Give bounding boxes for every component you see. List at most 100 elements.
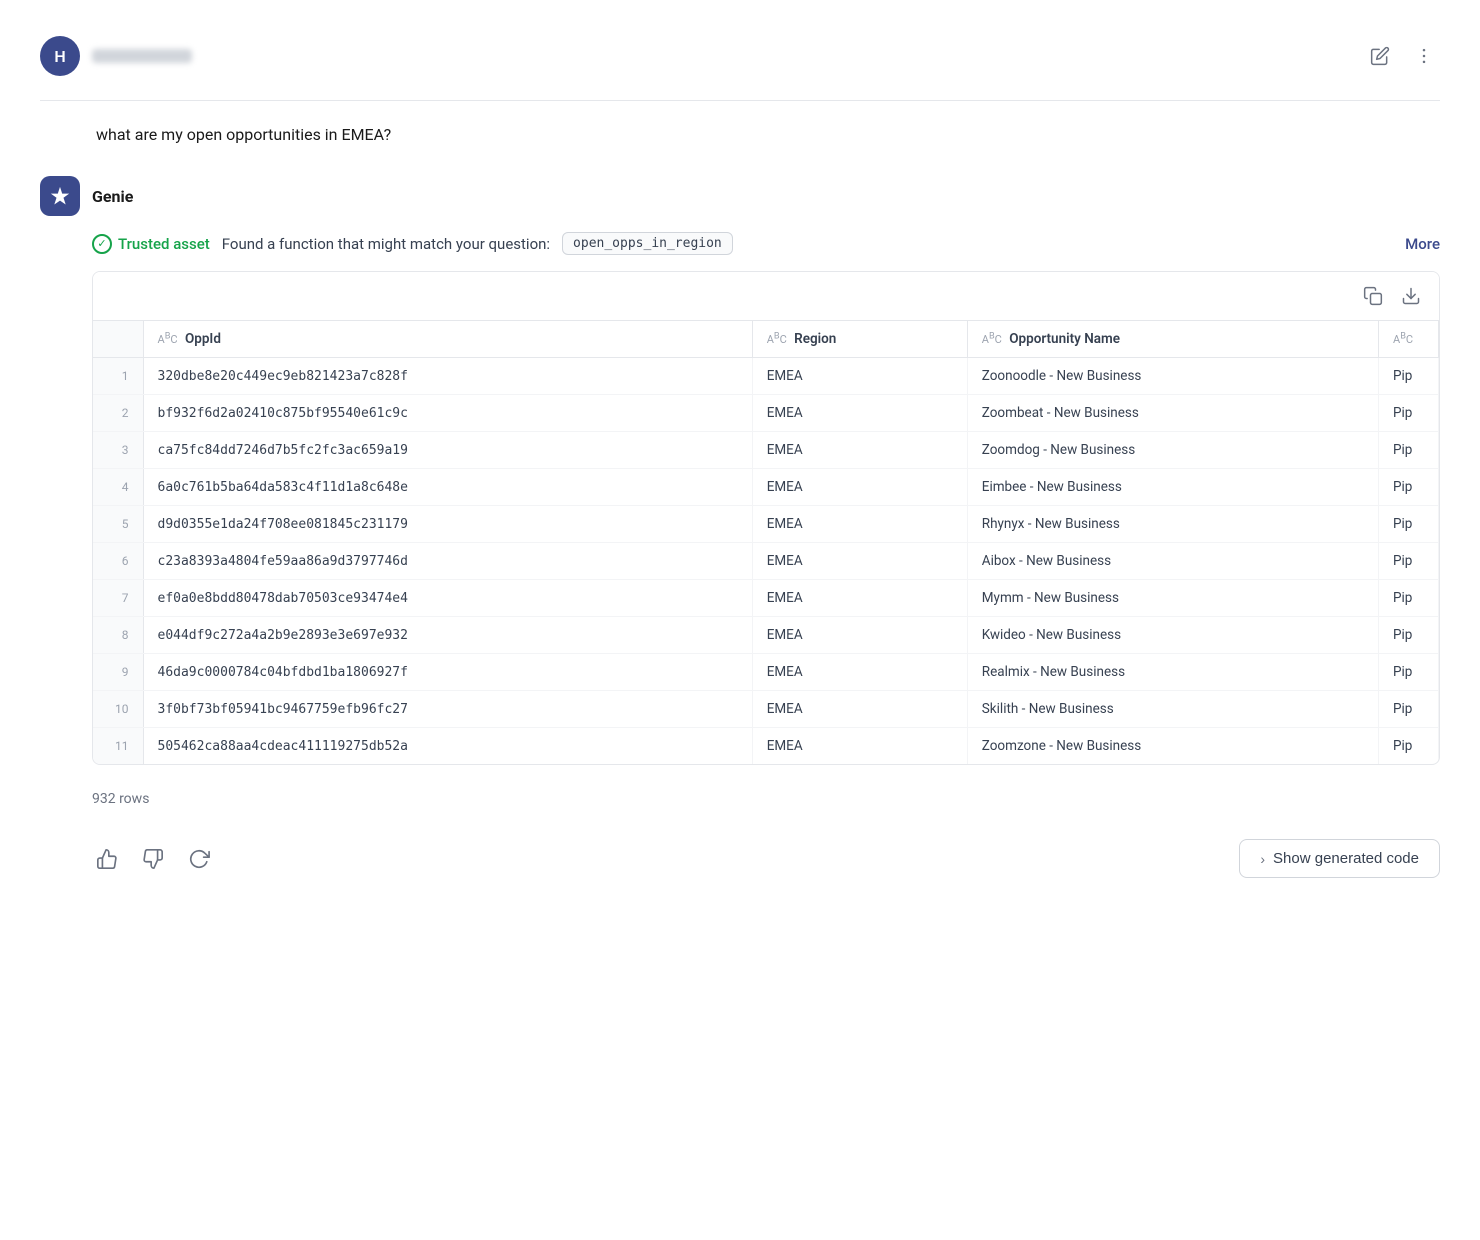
cell-rownum: 7 [93,580,143,617]
check-circle-icon: ✓ [92,234,112,254]
username-blur [92,49,192,63]
cell-rownum: 9 [93,654,143,691]
more-options-icon [1414,46,1434,66]
cell-region: EMEA [752,580,967,617]
cell-opportunity-name: Zoomdog - New Business [967,432,1378,469]
cell-region: EMEA [752,506,967,543]
cell-oppid: d9d0355e1da24f708ee081845c231179 [143,506,752,543]
col-header-opportunity-name: ABC Opportunity Name [967,321,1378,358]
cell-oppid: ca75fc84dd7246d7b5fc2fc3ac659a19 [143,432,752,469]
cell-oppid: bf932f6d2a02410c875bf95540e61c9c [143,395,752,432]
refresh-button[interactable] [184,844,214,874]
cell-extra: Pip [1379,580,1439,617]
cell-extra: Pip [1379,728,1439,765]
cell-rownum: 10 [93,691,143,728]
cell-opportunity-name: Mymm - New Business [967,580,1378,617]
cell-rownum: 1 [93,358,143,395]
cell-extra: Pip [1379,432,1439,469]
table-body: 1 320dbe8e20c449ec9eb821423a7c828f EMEA … [93,358,1439,765]
thumbs-down-icon [142,848,164,870]
genie-header: Genie [40,176,1440,216]
show-generated-code-button[interactable]: › Show generated code [1239,839,1440,878]
thumbs-down-button[interactable] [138,844,168,874]
trusted-asset-label: Trusted asset [118,235,210,253]
bottom-actions: › Show generated code [40,823,1440,878]
table-toolbar [93,272,1439,321]
found-text: Found a function that might match your q… [222,235,550,253]
cell-extra: Pip [1379,617,1439,654]
thumbs-up-button[interactable] [92,844,122,874]
more-link[interactable]: More [1405,235,1440,253]
cell-oppid: ef0a0e8bdd80478dab70503ce93474e4 [143,580,752,617]
cell-extra: Pip [1379,691,1439,728]
cell-region: EMEA [752,691,967,728]
col-label-region: Region [794,331,836,347]
show-code-label: Show generated code [1273,850,1419,867]
cell-opportunity-name: Kwideo - New Business [967,617,1378,654]
cell-rownum: 8 [93,617,143,654]
cell-opportunity-name: Zoombeat - New Business [967,395,1378,432]
col-type-opp-name: ABC [982,333,1002,346]
table-scroll-container[interactable]: ABC OppId ABC Region ABC Opportunity Nam… [93,321,1439,764]
cell-region: EMEA [752,617,967,654]
cell-extra: Pip [1379,506,1439,543]
cell-opportunity-name: Zoomzone - New Business [967,728,1378,765]
cell-oppid: c23a8393a4804fe59aa86a9d3797746d [143,543,752,580]
col-type-extra: ABC [1393,333,1413,346]
table-row: 10 3f0bf73bf05941bc9467759efb96fc27 EMEA… [93,691,1439,728]
cell-opportunity-name: Zoonoodle - New Business [967,358,1378,395]
table-row: 1 320dbe8e20c449ec9eb821423a7c828f EMEA … [93,358,1439,395]
copy-icon [1363,286,1383,306]
data-table: ABC OppId ABC Region ABC Opportunity Nam… [93,321,1439,764]
cell-opportunity-name: Skilith - New Business [967,691,1378,728]
cell-region: EMEA [752,358,967,395]
row-count: 932 rows [40,781,1440,807]
cell-oppid: 6a0c761b5ba64da583c4f11d1a8c648e [143,469,752,506]
thumbs-up-icon [96,848,118,870]
cell-oppid: 3f0bf73bf05941bc9467759efb96fc27 [143,691,752,728]
more-options-button[interactable] [1408,40,1440,72]
cell-rownum: 11 [93,728,143,765]
cell-oppid: 505462ca88aa4cdeac411119275db52a [143,728,752,765]
col-header-extra: ABC [1379,321,1439,358]
chevron-icon: › [1260,851,1265,867]
cell-region: EMEA [752,432,967,469]
genie-name: Genie [92,187,133,206]
table-row: 2 bf932f6d2a02410c875bf95540e61c9c EMEA … [93,395,1439,432]
cell-rownum: 2 [93,395,143,432]
feedback-icons [92,844,214,874]
avatar: H [40,36,80,76]
download-button[interactable] [1397,282,1425,310]
trusted-asset-bar: ✓ Trusted asset Found a function that mi… [40,232,1440,255]
col-header-region: ABC Region [752,321,967,358]
cell-opportunity-name: Rhynyx - New Business [967,506,1378,543]
col-header-rownum [93,321,143,358]
genie-response: Genie ✓ Trusted asset Found a function t… [40,176,1440,878]
header: H [40,20,1440,101]
cell-rownum: 6 [93,543,143,580]
cell-rownum: 3 [93,432,143,469]
table-row: 3 ca75fc84dd7246d7b5fc2fc3ac659a19 EMEA … [93,432,1439,469]
refresh-icon [188,848,210,870]
table-header: ABC OppId ABC Region ABC Opportunity Nam… [93,321,1439,358]
cell-region: EMEA [752,469,967,506]
table-row: 9 46da9c0000784c04bfdbd1ba1806927f EMEA … [93,654,1439,691]
table-row: 11 505462ca88aa4cdeac411119275db52a EMEA… [93,728,1439,765]
header-left: H [40,36,192,76]
cell-opportunity-name: Realmix - New Business [967,654,1378,691]
cell-opportunity-name: Aibox - New Business [967,543,1378,580]
edit-button[interactable] [1364,40,1396,72]
user-question: what are my open opportunities in EMEA? [40,125,1440,176]
cell-opportunity-name: Eimbee - New Business [967,469,1378,506]
cell-oppid: 46da9c0000784c04bfdbd1ba1806927f [143,654,752,691]
download-icon [1401,286,1421,306]
table-row: 4 6a0c761b5ba64da583c4f11d1a8c648e EMEA … [93,469,1439,506]
trusted-asset-badge: ✓ Trusted asset [92,234,210,254]
cell-rownum: 4 [93,469,143,506]
col-label-opp-name: Opportunity Name [1009,331,1120,347]
col-type-region: ABC [767,333,787,346]
results-table-container: ABC OppId ABC Region ABC Opportunity Nam… [92,271,1440,765]
col-label-oppid: OppId [185,331,221,347]
cell-region: EMEA [752,543,967,580]
copy-button[interactable] [1359,282,1387,310]
